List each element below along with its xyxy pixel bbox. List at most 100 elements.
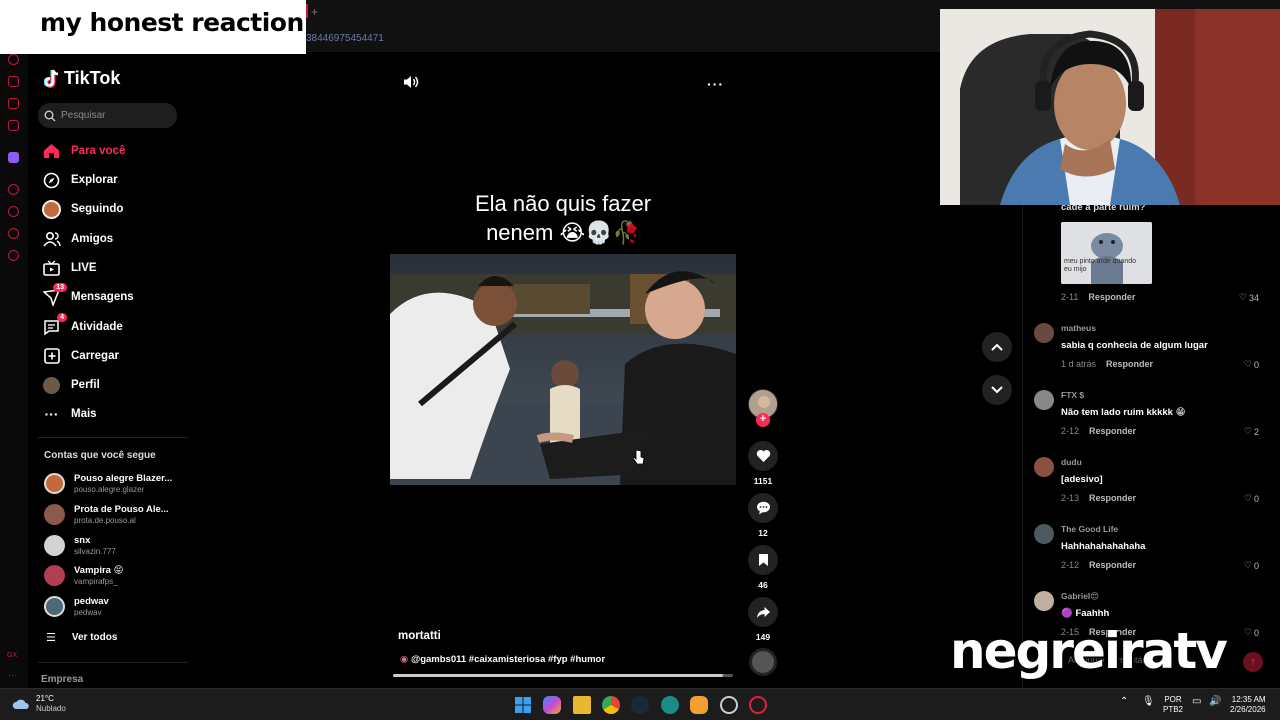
- avatar[interactable]: [1034, 591, 1054, 611]
- upload-icon: [42, 347, 61, 366]
- chat-icon[interactable]: [8, 228, 19, 239]
- nav-mais[interactable]: ··· Mais: [42, 403, 97, 425]
- reply-button[interactable]: Responder: [1089, 560, 1136, 570]
- comment-like-button[interactable]: ♡ 0: [1244, 359, 1259, 370]
- obs-icon[interactable]: [720, 696, 738, 714]
- nav-perfil[interactable]: Perfil: [42, 374, 100, 396]
- description-text[interactable]: @gambs011 #caixamisteriosa #fyp #humor: [411, 654, 605, 665]
- account-username: pouso.alegre.glazer: [74, 485, 145, 494]
- language-indicator[interactable]: POR PTB2: [1163, 695, 1183, 715]
- copilot-icon[interactable]: [543, 696, 561, 714]
- avatar[interactable]: [1034, 390, 1054, 410]
- heart-icon[interactable]: [748, 441, 778, 471]
- steam-icon[interactable]: [631, 696, 649, 714]
- save-action[interactable]: 46: [748, 545, 778, 590]
- nav-label: Para você: [71, 145, 126, 157]
- heart-outline-icon: ♡: [1243, 493, 1252, 503]
- previous-video-button[interactable]: [982, 332, 1012, 362]
- opera-gx-icon[interactable]: [749, 696, 767, 714]
- follow-plus-button[interactable]: +: [756, 413, 770, 427]
- new-tab-button[interactable]: +: [311, 5, 318, 19]
- volume-tray-icon[interactable]: 🔊: [1209, 697, 1221, 707]
- avatar[interactable]: [1034, 524, 1054, 544]
- comment-like-button[interactable]: ♡ 0: [1244, 627, 1259, 638]
- microphone-icon[interactable]: 🎙: [1142, 697, 1155, 707]
- bag-icon[interactable]: [8, 76, 19, 87]
- empresa-link[interactable]: Empresa: [41, 674, 83, 685]
- notification-app-icon[interactable]: [690, 696, 708, 714]
- nav-carregar[interactable]: Carregar: [42, 345, 119, 367]
- share-arrow-icon[interactable]: [748, 597, 778, 627]
- comment-username[interactable]: dudu: [1061, 457, 1082, 467]
- rail-more-icon[interactable]: ···: [8, 670, 17, 680]
- following-account[interactable]: snx silvazin.777: [44, 535, 116, 556]
- player-icon[interactable]: [8, 184, 19, 195]
- comment-like-button[interactable]: ♡ 34: [1239, 292, 1259, 303]
- comment-username[interactable]: The Good Life: [1061, 524, 1118, 534]
- nav-amigos[interactable]: Amigos: [42, 228, 113, 250]
- avatar[interactable]: [1034, 457, 1054, 477]
- comment-like-button[interactable]: ♡ 0: [1244, 493, 1259, 504]
- reply-button[interactable]: Responder: [1089, 426, 1136, 436]
- file-explorer-icon[interactable]: [573, 696, 591, 714]
- chrome-icon[interactable]: [602, 696, 620, 714]
- music-disc-icon[interactable]: [749, 648, 777, 676]
- lang-line1: POR: [1164, 695, 1182, 704]
- video-progress-bar[interactable]: [393, 674, 733, 677]
- reply-button[interactable]: Responder: [1106, 359, 1153, 369]
- comment-bubble-icon[interactable]: [748, 493, 778, 523]
- like-action[interactable]: 1151: [748, 441, 778, 486]
- settings-icon[interactable]: [8, 250, 19, 261]
- see-all-accounts-link[interactable]: ☰ Ver todos: [46, 631, 117, 644]
- search-box[interactable]: [38, 103, 177, 128]
- comment-username[interactable]: Gabriel😍: [1061, 591, 1099, 602]
- comment-like-button[interactable]: ♡ 2: [1244, 426, 1259, 437]
- nav-atividade[interactable]: 4 Atividade: [42, 312, 123, 338]
- comment-username[interactable]: matheus: [1061, 323, 1096, 333]
- bookmark-icon[interactable]: [748, 545, 778, 575]
- heart-outline-icon: ♡: [1243, 426, 1252, 436]
- search-input[interactable]: [61, 110, 171, 121]
- address-bar-url[interactable]: 38446975454471: [306, 33, 384, 44]
- video-frame-image: [390, 254, 736, 485]
- comment-like-button[interactable]: ♡ 0: [1244, 560, 1259, 571]
- share-action[interactable]: 149: [748, 597, 778, 642]
- network-icon[interactable]: ▭: [1192, 697, 1201, 707]
- video-author[interactable]: mortatti: [398, 630, 441, 642]
- comment-username[interactable]: FTX $: [1061, 390, 1084, 400]
- account-name: Vampira 😝: [74, 565, 124, 576]
- app-icon[interactable]: [661, 696, 679, 714]
- windows-start-icon[interactable]: [514, 696, 532, 714]
- avatar[interactable]: [1034, 323, 1054, 343]
- send-arrow-icon[interactable]: ↑: [1243, 652, 1263, 672]
- nav-explorar[interactable]: Explorar: [42, 169, 118, 191]
- history-icon[interactable]: [8, 206, 19, 217]
- webcam-overlay: [940, 9, 1280, 205]
- video-more-icon[interactable]: ···: [707, 76, 724, 92]
- messenger-icon[interactable]: [8, 98, 19, 109]
- clock[interactable]: 12:35 AM 2/26/2026: [1230, 695, 1266, 715]
- gx-icon[interactable]: GX: [7, 652, 17, 659]
- following-account[interactable]: Pouso alegre Blazer... pouso.alegre.glaz…: [44, 473, 172, 494]
- following-account[interactable]: Vampira 😝 vampirafps_: [44, 565, 124, 586]
- mail-icon[interactable]: [8, 120, 19, 131]
- nav-para-voce[interactable]: Para você: [42, 140, 125, 162]
- nav-live[interactable]: LIVE: [42, 257, 97, 279]
- reply-button[interactable]: Responder: [1088, 292, 1135, 302]
- whatsapp-icon[interactable]: [8, 54, 19, 65]
- following-account[interactable]: Prota de Pouso Ale... prota.de.pouso.al: [44, 504, 169, 525]
- nav-seguindo[interactable]: Seguindo: [42, 198, 123, 220]
- weather-widget[interactable]: 21°C Nublado: [12, 694, 66, 714]
- comment-action[interactable]: 12: [748, 493, 778, 538]
- volume-icon[interactable]: [403, 74, 419, 95]
- twitch-icon[interactable]: [8, 152, 19, 163]
- live-tv-icon: [42, 259, 61, 278]
- account-username: vampirafps_: [74, 577, 118, 586]
- video-player[interactable]: [390, 254, 736, 485]
- tray-chevron-icon[interactable]: ⌃: [1120, 697, 1128, 707]
- following-account[interactable]: pedwav pedwav: [44, 596, 109, 617]
- next-video-button[interactable]: [982, 375, 1012, 405]
- nav-mensagens[interactable]: 13 Mensagens: [42, 282, 134, 308]
- tiktok-logo[interactable]: TikTok: [44, 68, 120, 89]
- reply-button[interactable]: Responder: [1089, 493, 1136, 503]
